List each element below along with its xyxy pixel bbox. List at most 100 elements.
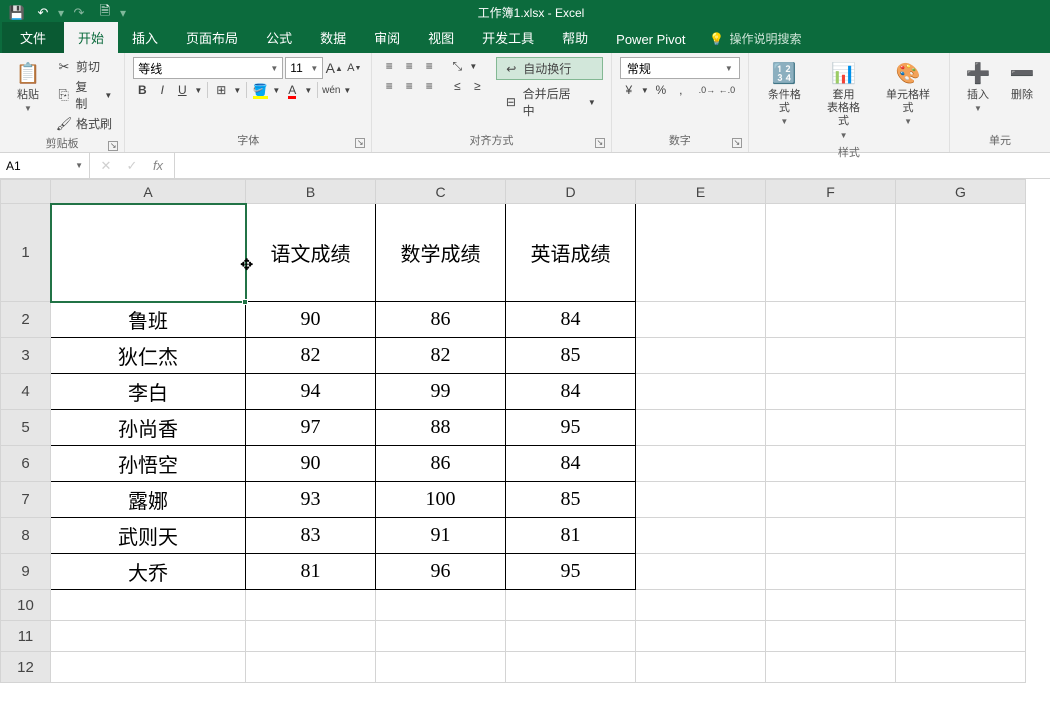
cell[interactable]: 李白 [51,374,246,410]
tab-insert[interactable]: 插入 [118,22,172,53]
cell[interactable] [246,621,376,652]
cell[interactable] [766,652,896,683]
cell[interactable]: 95 [506,554,636,590]
dialog-launcher[interactable]: ↘ [595,138,605,148]
cell[interactable] [246,652,376,683]
cell[interactable] [766,590,896,621]
tab-help[interactable]: 帮助 [548,22,602,53]
paste-button[interactable]: 📋 粘贴 ▼ [8,57,48,115]
cell[interactable] [636,374,766,410]
cell[interactable] [766,338,896,374]
tab-home[interactable]: 开始 [64,22,118,53]
align-bottom-button[interactable]: ≡ [420,57,438,75]
tab-layout[interactable]: 页面布局 [172,22,252,53]
cell[interactable]: 83 [246,518,376,554]
cell[interactable] [376,652,506,683]
cell[interactable] [506,652,636,683]
row-header[interactable]: 6 [1,446,51,482]
cell[interactable]: 86 [376,446,506,482]
preview-button[interactable]: 🗎 [94,2,116,24]
cell[interactable]: 100 [376,482,506,518]
cell[interactable]: 英语成绩 [506,204,636,302]
underline-dropdown[interactable]: ▼ [193,81,203,99]
row-header[interactable]: 7 [1,482,51,518]
cell[interactable] [636,410,766,446]
percent-button[interactable]: % [652,81,670,99]
cell[interactable] [766,482,896,518]
cell[interactable] [506,621,636,652]
cell[interactable] [51,652,246,683]
cell[interactable]: 91 [376,518,506,554]
border-button[interactable]: ⊞ [212,81,230,99]
dialog-launcher[interactable]: ↘ [108,141,118,151]
cell[interactable]: 88 [376,410,506,446]
cell[interactable] [766,446,896,482]
tab-formulas[interactable]: 公式 [252,22,306,53]
cell[interactable]: 86 [376,302,506,338]
name-box[interactable]: A1▼ [0,153,90,178]
cell[interactable] [766,302,896,338]
cell[interactable]: 93 [246,482,376,518]
font-color-button[interactable]: A [283,81,301,99]
cancel-button[interactable]: ✕ [94,155,118,177]
cell[interactable]: 84 [506,374,636,410]
row-header[interactable]: 9 [1,554,51,590]
enter-button[interactable]: ✓ [120,155,144,177]
cell[interactable] [896,621,1026,652]
row-header[interactable]: 5 [1,410,51,446]
orientation-button[interactable]: ⤡ [448,57,466,75]
cell[interactable] [896,338,1026,374]
font-name-combo[interactable]: 等线▼ [133,57,283,79]
cell[interactable] [766,374,896,410]
column-header[interactable]: A [51,180,246,204]
cell[interactable] [51,621,246,652]
cell[interactable]: 81 [506,518,636,554]
cell[interactable] [766,410,896,446]
comma-button[interactable]: , [672,81,690,99]
cell[interactable]: 85 [506,338,636,374]
row-header[interactable]: 12 [1,652,51,683]
cell[interactable] [896,302,1026,338]
cell[interactable] [51,590,246,621]
cut-button[interactable]: ✂剪切 [52,57,116,76]
tab-file[interactable]: 文件 [2,22,64,53]
tell-me-search[interactable]: 💡 操作说明搜索 [700,24,812,53]
row-header[interactable]: 10 [1,590,51,621]
font-size-combo[interactable]: 11▼ [285,57,323,79]
cell[interactable] [896,590,1026,621]
column-header[interactable]: B [246,180,376,204]
decrease-font-button[interactable]: A▼ [345,59,363,77]
align-middle-button[interactable]: ≡ [400,57,418,75]
cell[interactable]: 81 [246,554,376,590]
cell[interactable]: 99 [376,374,506,410]
increase-decimal-button[interactable]: .0→ [698,81,716,99]
tab-power-pivot[interactable]: Power Pivot [602,26,699,53]
cell[interactable] [506,590,636,621]
cell[interactable] [636,518,766,554]
cell[interactable] [896,518,1026,554]
phonetic-dropdown[interactable]: ▼ [342,81,352,99]
cell[interactable]: 90 [246,302,376,338]
cell[interactable]: 狄仁杰 [51,338,246,374]
cell[interactable]: 85 [506,482,636,518]
cell[interactable] [896,482,1026,518]
copy-button[interactable]: ⎘复制▼ [52,77,116,113]
phonetic-button[interactable]: wén [322,81,340,99]
cell[interactable] [636,652,766,683]
row-header[interactable]: 4 [1,374,51,410]
font-color-dropdown[interactable]: ▼ [303,81,313,99]
wrap-text-button[interactable]: ↩自动换行 [496,57,603,80]
increase-font-button[interactable]: A▲ [325,59,343,77]
cell[interactable] [246,590,376,621]
cell[interactable] [636,338,766,374]
cell[interactable] [376,590,506,621]
cell[interactable] [896,374,1026,410]
cell[interactable]: 孙尚香 [51,410,246,446]
align-right-button[interactable]: ≡ [420,77,438,95]
cell[interactable] [766,554,896,590]
italic-button[interactable]: I [153,81,171,99]
cell[interactable]: 82 [246,338,376,374]
cell[interactable]: 84 [506,446,636,482]
border-dropdown[interactable]: ▼ [232,81,242,99]
dialog-launcher[interactable]: ↘ [732,138,742,148]
